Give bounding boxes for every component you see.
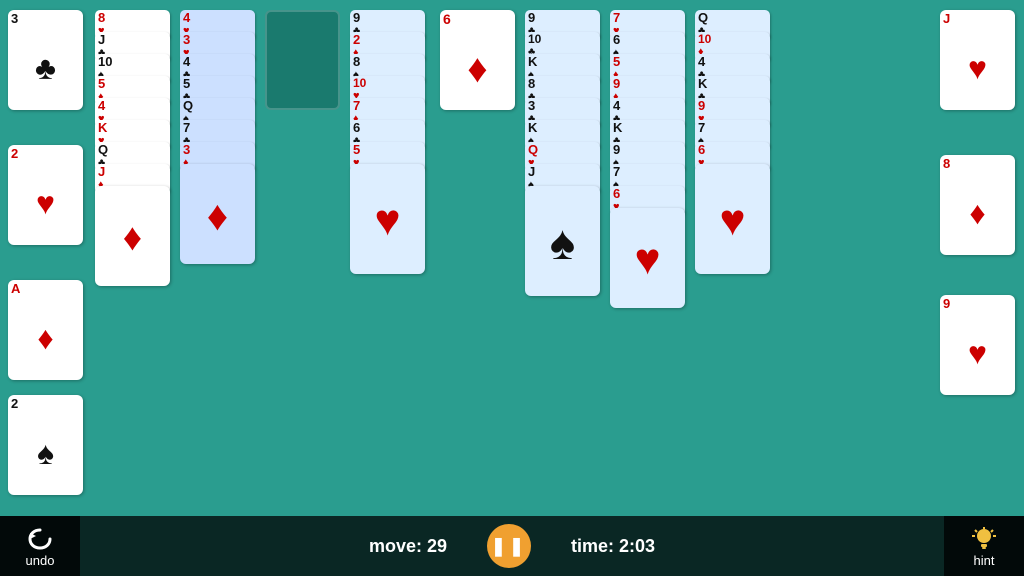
card-bottom-col4[interactable]: ♥ — [350, 164, 425, 274]
card-2s[interactable]: 2 ♠ — [8, 395, 83, 495]
card-bottom-col1[interactable]: ♦ — [95, 186, 170, 286]
card-bottom-col2[interactable]: ♦ — [180, 164, 255, 264]
card-heart-bottom-col7[interactable]: ♥ — [610, 208, 685, 308]
time-counter: time: 2:03 — [571, 536, 655, 557]
card-3c[interactable]: 3 ♣ — [8, 10, 83, 110]
card-heart-bottom-col8[interactable]: ♥ — [695, 164, 770, 274]
undo-icon — [26, 525, 54, 553]
undo-button[interactable]: undo — [0, 516, 80, 576]
card-9h-right[interactable]: 9 ♥ — [940, 295, 1015, 395]
bottom-bar: undo move: 29 ❚❚ time: 2:03 hint — [0, 516, 1024, 576]
card-2h[interactable]: 2 ♥ — [8, 145, 83, 245]
pause-icon: ❚❚ — [491, 536, 527, 557]
card-6d-col5[interactable]: 6 ♦ — [440, 10, 515, 110]
card-8d-right[interactable]: 8 ♦ — [940, 155, 1015, 255]
game-area: 3 ♣ 2 ♥ A ♦ 2 ♠ 8 ♥ J ♣ — [0, 0, 1024, 576]
hint-label: hint — [974, 553, 995, 568]
card-spade-bottom-col6[interactable]: ♠ — [525, 186, 600, 296]
undo-label: undo — [26, 553, 55, 568]
card-ad[interactable]: A ♦ — [8, 280, 83, 380]
card-jh-right[interactable]: J ♥ — [940, 10, 1015, 110]
move-counter: move: 29 — [369, 536, 447, 557]
hint-bulb-icon — [970, 525, 998, 553]
hint-button[interactable]: hint — [944, 516, 1024, 576]
pause-button[interactable]: ❚❚ — [487, 524, 531, 568]
deck-column[interactable] — [265, 10, 340, 110]
